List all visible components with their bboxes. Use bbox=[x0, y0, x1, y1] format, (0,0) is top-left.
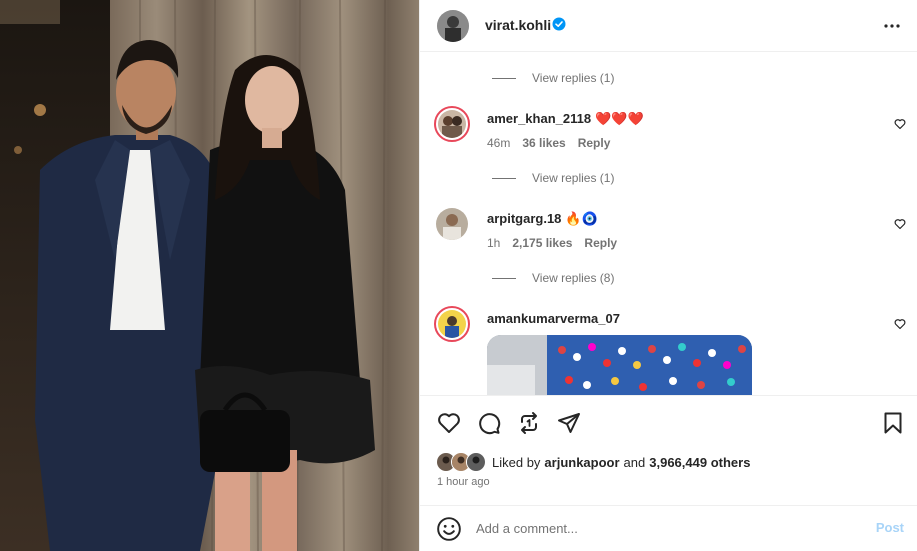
verified-badge-icon bbox=[552, 17, 566, 31]
liked-by-and: and bbox=[623, 454, 646, 470]
comments-list[interactable]: View replies (1) amer_khan_2118 ❤️❤️❤️ 46… bbox=[420, 52, 917, 395]
comment-meta: 46m 36 likes Reply bbox=[487, 136, 622, 150]
commenter-avatar[interactable] bbox=[434, 306, 470, 342]
comment-time: 46m bbox=[487, 136, 511, 150]
comment-username[interactable]: amer_khan_2118 ❤️❤️❤️ bbox=[487, 111, 644, 127]
likes-count[interactable]: 3,966,449 others bbox=[649, 455, 750, 470]
post-timestamp[interactable]: 1 hour ago bbox=[437, 476, 490, 488]
comment-username-text[interactable]: amankumarverma_07 bbox=[487, 311, 620, 326]
liked-by-avatars bbox=[436, 452, 488, 472]
post-side-panel: virat.kohli View replies (1) amer_khan_2… bbox=[419, 0, 917, 551]
add-comment-bar: Post bbox=[420, 505, 917, 551]
post-header: virat.kohli bbox=[420, 0, 917, 52]
comment-likes-count[interactable]: 2,175 likes bbox=[512, 236, 572, 250]
comment-button[interactable] bbox=[476, 410, 502, 436]
comment-like-heart-icon[interactable] bbox=[894, 218, 906, 230]
comment-likes-count[interactable]: 36 likes bbox=[522, 136, 565, 150]
comment-like-heart-icon[interactable] bbox=[894, 318, 906, 330]
comment-username[interactable]: arpitgarg.18 🔥🧿 bbox=[487, 211, 598, 227]
post-comment-button[interactable]: Post bbox=[876, 520, 904, 535]
view-replies-label: View replies (1) bbox=[532, 171, 615, 185]
comment-reply-button[interactable]: Reply bbox=[584, 236, 617, 250]
comment-text: 🔥🧿 bbox=[565, 211, 598, 226]
post-actions: Liked by arjunkapoor and 3,966,449 other… bbox=[420, 395, 917, 505]
comment-input[interactable] bbox=[476, 517, 856, 539]
liked-by-username[interactable]: arjunkapoor bbox=[544, 455, 619, 470]
post-photo-illustration bbox=[0, 0, 419, 551]
view-replies-button[interactable]: View replies (1) bbox=[492, 170, 614, 186]
post-photo[interactable] bbox=[0, 0, 419, 551]
emoji-smiley-icon[interactable] bbox=[436, 516, 462, 542]
liker-avatar bbox=[466, 452, 486, 472]
bookmark-icon bbox=[884, 412, 902, 434]
view-replies-label: View replies (1) bbox=[532, 71, 615, 85]
replies-divider-line bbox=[492, 177, 516, 179]
comment-icon bbox=[479, 413, 501, 435]
comment-text: ❤️❤️❤️ bbox=[595, 111, 644, 126]
more-options-icon bbox=[884, 24, 900, 28]
replies-divider-line bbox=[492, 277, 516, 279]
author-avatar[interactable] bbox=[437, 10, 469, 42]
crowd-photo-illustration bbox=[487, 335, 752, 395]
comment-username-text[interactable]: amer_khan_2118 bbox=[487, 111, 591, 126]
commenter-avatar[interactable] bbox=[436, 208, 468, 240]
view-replies-button[interactable]: View replies (1) bbox=[492, 70, 614, 86]
comment-username-text[interactable]: arpitgarg.18 bbox=[487, 211, 561, 226]
comment-like-heart-icon[interactable] bbox=[894, 118, 906, 130]
comment-attached-image[interactable] bbox=[487, 335, 752, 395]
author-username[interactable]: virat.kohli bbox=[485, 17, 551, 33]
repost-button[interactable] bbox=[516, 410, 542, 436]
heart-icon bbox=[438, 413, 460, 433]
like-button[interactable] bbox=[436, 410, 462, 436]
replies-divider-line bbox=[492, 77, 516, 79]
comment-time: 1h bbox=[487, 236, 501, 250]
view-replies-button[interactable]: View replies (8) bbox=[492, 270, 614, 286]
liked-by-prefix: Liked by bbox=[492, 454, 541, 470]
comment-username[interactable]: amankumarverma_07 bbox=[487, 311, 620, 326]
comment-reply-button[interactable]: Reply bbox=[578, 136, 611, 150]
commenter-avatar[interactable] bbox=[434, 106, 470, 142]
likes-summary[interactable]: Liked by arjunkapoor and 3,966,449 other… bbox=[436, 452, 754, 472]
share-button[interactable] bbox=[556, 410, 582, 436]
more-options-button[interactable] bbox=[880, 14, 904, 38]
save-button[interactable] bbox=[880, 410, 906, 436]
comment-meta: 1h 2,175 likes Reply bbox=[487, 236, 629, 250]
repost-icon bbox=[521, 412, 537, 434]
share-icon bbox=[558, 413, 580, 433]
view-replies-label: View replies (8) bbox=[532, 271, 615, 285]
